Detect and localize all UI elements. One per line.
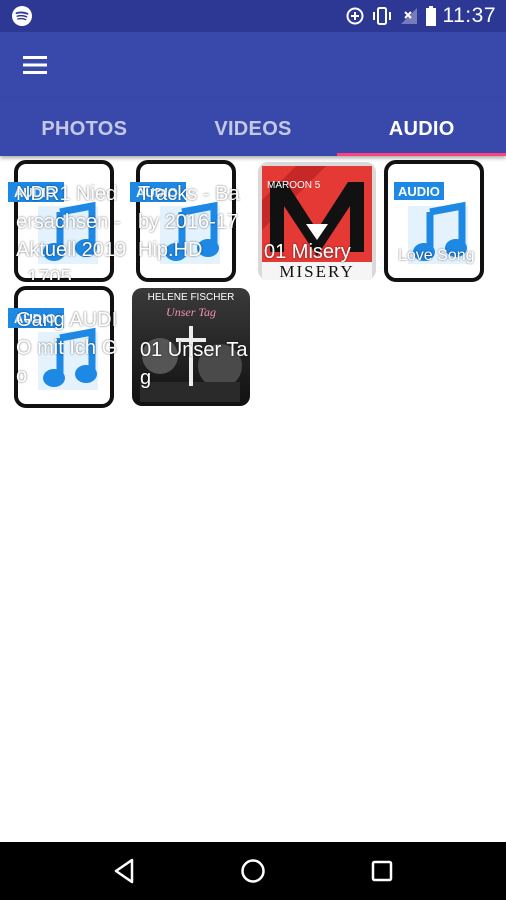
- audio-item-title: Gang AUDIO mit Ich Go: [16, 309, 118, 387]
- audio-item-title: NDR1 Niedersachsen - Aktuell 2019_1705..…: [16, 183, 127, 280]
- vibrate-icon: [372, 7, 391, 25]
- back-button[interactable]: [100, 847, 148, 895]
- home-icon: [241, 859, 265, 883]
- system-nav-bar: [0, 842, 506, 900]
- spotify-icon: [12, 6, 32, 26]
- battery-icon: [425, 6, 436, 26]
- audio-item-title: 01 Unser Tag: [140, 339, 248, 389]
- audio-badge: AUDIO: [398, 184, 440, 199]
- album-art-subtitle: Unser Tag: [166, 305, 216, 319]
- audio-item-title: Love Song: [398, 247, 475, 264]
- album-art-top-text: MAROON 5: [267, 180, 321, 191]
- status-bar: 11:37: [0, 0, 506, 32]
- app-toolbar: [0, 32, 506, 98]
- audio-item[interactable]: AUDIO NDR1 Niedersachsen - Aktuell 2019_…: [8, 160, 130, 284]
- audio-item[interactable]: AUDIO Love Song: [378, 160, 500, 284]
- menu-icon: [23, 56, 47, 74]
- audio-item-title: 01 Misery: [264, 241, 351, 263]
- tab-audio[interactable]: AUDIO: [337, 98, 506, 156]
- audio-item[interactable]: HELENE FISCHER Unser Tag 01 Unser Tag: [130, 286, 252, 410]
- album-art-artist: HELENE FISCHER: [148, 292, 235, 303]
- tab-videos[interactable]: VIDEOS: [169, 98, 338, 156]
- home-button[interactable]: [229, 847, 277, 895]
- back-icon: [115, 858, 134, 884]
- menu-button[interactable]: [16, 48, 54, 82]
- tab-bar: PHOTOS VIDEOS AUDIO: [0, 98, 506, 156]
- recents-button[interactable]: [358, 847, 406, 895]
- audio-item[interactable]: AUDIO Tracks - Baby 2016-17 Hip.HD: [130, 160, 252, 284]
- audio-item-title: Tracks - Baby 2016-17 Hip.HD: [138, 183, 244, 261]
- data-saver-icon: [346, 7, 363, 25]
- audio-item[interactable]: MAROON 5 MISERY 01 Misery: [256, 160, 378, 284]
- tab-photos[interactable]: PHOTOS: [0, 98, 169, 156]
- recents-icon: [371, 860, 392, 882]
- no-signal-icon: [400, 8, 417, 24]
- audio-item[interactable]: AUDIO Gang AUDIO mit Ich Go: [8, 286, 130, 410]
- status-time: 11:37: [442, 4, 496, 27]
